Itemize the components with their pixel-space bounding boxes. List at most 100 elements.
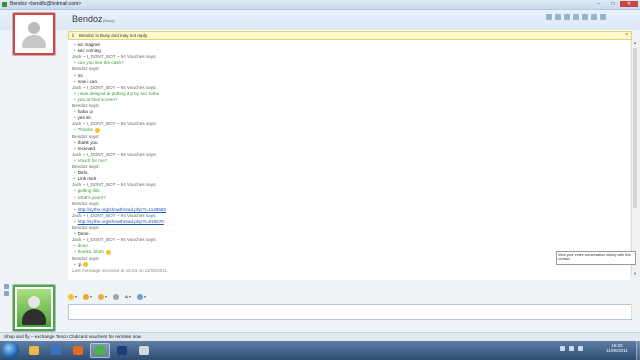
sender-label: Jack ~ I_DONT_BOT ~ 94 Vouches says:	[72, 84, 157, 90]
message-line[interactable]: • http://sythe.org/showthread.php?t=81957…	[74, 219, 164, 224]
taskbar-app-paint[interactable]	[134, 343, 154, 358]
call-icon[interactable]	[573, 14, 579, 20]
title-bar: Bendoz <bendfc@hotmail.com> – □ ✕	[0, 0, 640, 10]
taskbar-app-photoshop[interactable]	[112, 343, 132, 358]
scrollbar-thumb[interactable]	[633, 48, 637, 208]
bullet-icon: •	[74, 218, 76, 224]
scroll-down-icon[interactable]: ▼	[632, 271, 638, 276]
tray-arrow-icon[interactable]	[560, 346, 565, 351]
smiley-emoticon-icon	[105, 249, 111, 255]
background-button[interactable]: ▾	[136, 293, 146, 300]
sender-label: Bendoz says:	[72, 164, 100, 169]
expand-icon[interactable]	[4, 284, 9, 289]
history-tooltip: View your entire conversation history wi…	[556, 251, 636, 265]
message-line: • getting link.	[74, 188, 101, 193]
bullet-icon: •	[74, 48, 76, 54]
nudge-icon	[98, 293, 105, 300]
minimize-button[interactable]: –	[592, 1, 606, 7]
message-line: • thank you	[74, 140, 98, 145]
message-line: • sec coming	[74, 48, 101, 53]
conversation-scrollbar[interactable]: ▲ ▼	[631, 40, 638, 276]
invite-icon[interactable]	[546, 14, 552, 20]
ad-text[interactable]: Shop and fly – exchange Tesco Clubcard v…	[4, 334, 141, 339]
close-notice-button[interactable]: ×	[625, 32, 628, 38]
message-text: no	[77, 72, 83, 78]
collapse-icon[interactable]	[4, 291, 9, 296]
message-text: Defo.	[77, 170, 89, 176]
voice-clip-button[interactable]	[113, 293, 120, 300]
font-icon: A	[125, 294, 128, 299]
bullet-icon: •	[74, 231, 76, 237]
message-line: • recieved.	[74, 146, 96, 151]
message-text: haha :p	[77, 109, 93, 115]
messenger-app-icon	[2, 2, 7, 7]
close-button[interactable]: ✕	[620, 1, 638, 7]
message-text: can you see the cash?	[77, 60, 124, 66]
block-icon[interactable]	[591, 14, 597, 20]
header-actions	[546, 14, 606, 20]
nudge-button[interactable]: ▾	[98, 293, 107, 300]
message-link[interactable]: http://sythe.org/showthread.php?t=819570	[78, 219, 164, 224]
sender-label: Jack ~ I_DONT_BOT ~ 94 Vouches says:	[72, 121, 157, 127]
taskbar-app-explorer[interactable]	[24, 343, 44, 358]
message-line[interactable]: • http://sythe.org/showthread.php?t=11485…	[74, 207, 166, 212]
smiley-emoticon-icon	[94, 127, 100, 133]
message-text: recieved.	[77, 145, 97, 151]
message-link[interactable]: http://sythe.org/showthread.php?t=114858…	[78, 207, 166, 212]
message-line: • Thanks	[74, 127, 100, 133]
message-text: you at final screen?	[77, 96, 118, 102]
show-desktop-button[interactable]	[636, 341, 640, 360]
network-icon[interactable]	[569, 346, 574, 351]
message-input[interactable]	[68, 304, 632, 320]
taskbar-app-media-player[interactable]	[46, 343, 66, 358]
message-text: thanks. bb4n	[77, 249, 104, 255]
sender-label: Bendoz says:	[72, 255, 100, 261]
message-line: • wc magnet	[74, 42, 100, 47]
volume-icon[interactable]	[578, 346, 583, 351]
input-scrollbar[interactable]	[631, 304, 638, 318]
video-icon[interactable]	[564, 14, 570, 20]
sender-label: Bendoz says:	[72, 103, 100, 108]
message-line: • can you see the cash?	[74, 60, 124, 65]
message-text: Link meh	[77, 176, 97, 182]
conversation-history[interactable]: • wc magnet • sec coming Jack ~ I_DONT_BOT ~…	[68, 40, 630, 280]
sender-label: Bendoz says:	[72, 200, 100, 206]
wink-button[interactable]: ▾	[83, 293, 92, 300]
smiley-emoticon-icon	[83, 261, 89, 267]
message-text: Thanks	[77, 127, 93, 133]
games-icon[interactable]	[582, 14, 588, 20]
message-text: yes sir.	[77, 115, 92, 121]
emoticon-icon	[68, 293, 74, 300]
message-text: i was delayed at putting it p by acc hah…	[77, 90, 160, 96]
font-button[interactable]: A ▾	[125, 294, 131, 299]
bullet-icon: •	[74, 194, 76, 200]
emoticon-button[interactable]: ▾	[68, 293, 77, 300]
clock[interactable]: 16:23 11/06/2011	[600, 343, 634, 353]
scroll-up-icon[interactable]: ▲	[632, 40, 638, 45]
bullet-icon: •	[74, 109, 76, 115]
message-line: • no	[74, 73, 83, 78]
message-text: Done.	[77, 231, 90, 237]
bullet-icon: •	[74, 115, 76, 121]
ad-banner[interactable]: Shop and fly – exchange Tesco Clubcard v…	[0, 332, 640, 341]
my-avatar[interactable]	[12, 284, 56, 332]
maximize-button[interactable]: □	[606, 1, 620, 7]
bullet-icon: •	[74, 42, 76, 47]
bullet-icon: •	[74, 176, 76, 182]
message-line: • done	[74, 243, 88, 248]
sender-label: Jack ~ I_DONT_BOT ~ 94 Vouches says:	[72, 54, 157, 60]
message-line: • Done.	[74, 231, 90, 236]
bullet-icon: •	[74, 90, 76, 96]
contact-avatar[interactable]	[12, 12, 56, 56]
message-text: what's yours?	[77, 194, 106, 200]
start-button[interactable]	[2, 342, 19, 359]
sender-label: Bendoz says:	[72, 66, 100, 72]
taskbar-app-firefox[interactable]	[68, 343, 88, 358]
share-icon[interactable]	[555, 14, 561, 20]
taskbar-app-messenger[interactable]	[90, 343, 110, 358]
bullet-icon: •	[74, 145, 76, 151]
sender-label: Bendoz says:	[72, 225, 100, 230]
info-icon: ℹ	[72, 33, 74, 39]
menu-icon[interactable]	[600, 14, 606, 20]
message-line: • yes sir.	[74, 115, 92, 120]
